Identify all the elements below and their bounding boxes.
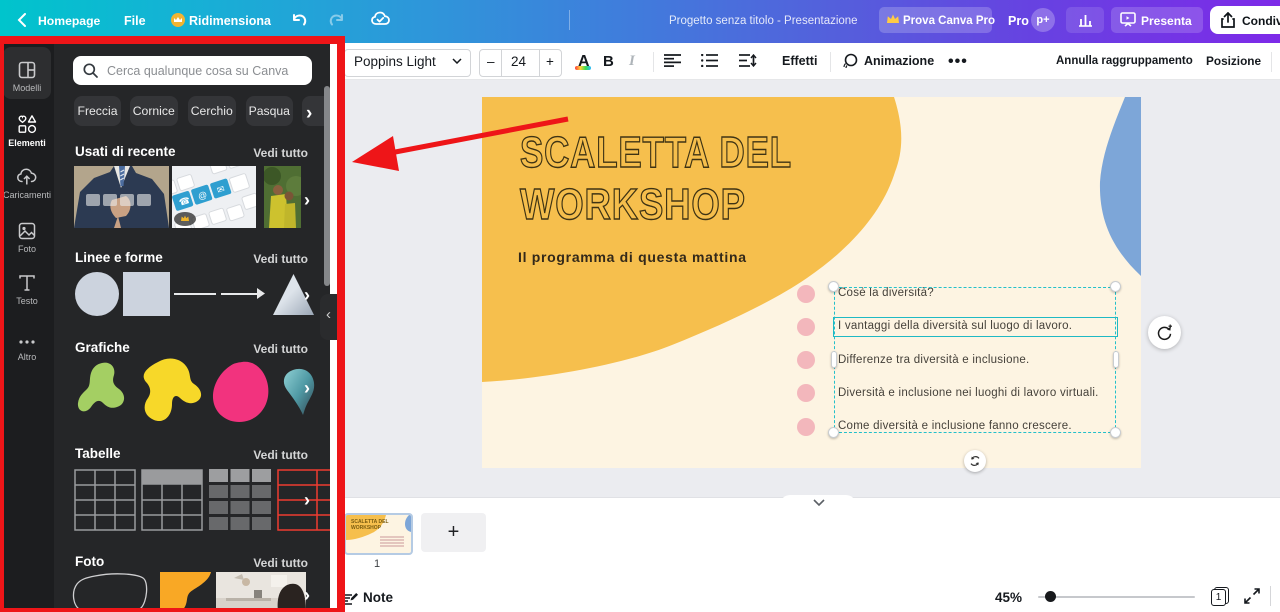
svg-text:WORKSHOP: WORKSHOP [351,525,382,531]
